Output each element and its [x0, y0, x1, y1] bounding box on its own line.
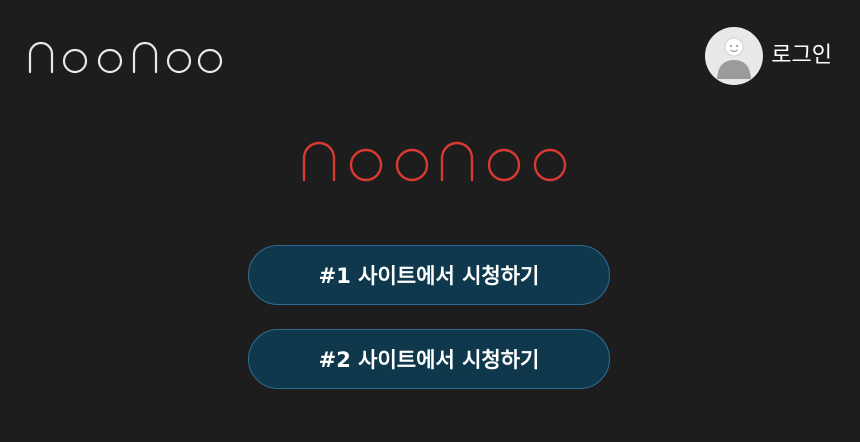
noonoo-logo[interactable]: noonoo: [28, 40, 224, 74]
watch-site-1-label: #1 사이트에서 시청하기: [318, 264, 540, 288]
logo-letter-o: [197, 48, 223, 74]
hero-letter-n: [440, 141, 474, 182]
login-button[interactable]: 로그인: [705, 27, 832, 85]
logo-letter-o: [62, 48, 88, 74]
watch-site-1-button[interactable]: #1 사이트에서 시청하기: [248, 245, 610, 305]
hero-letter-o: [395, 148, 429, 182]
watch-site-2-label: #2 사이트에서 시청하기: [318, 348, 540, 372]
logo-letter-n: [28, 41, 54, 74]
hero-letter-o: [533, 148, 567, 182]
hero-letter-n: [302, 141, 336, 182]
watch-site-2-button[interactable]: #2 사이트에서 시청하기: [248, 329, 610, 389]
person-icon: [717, 37, 752, 79]
hero-letter-o: [487, 148, 521, 182]
hero-letter-o: [349, 148, 383, 182]
user-avatar-icon: [705, 27, 764, 85]
login-label: 로그인: [771, 43, 832, 68]
logo-letter-o: [97, 48, 123, 74]
logo-letter-n: [132, 41, 158, 74]
top-header: noonoo 로그인: [0, 0, 860, 112]
noonoo-hero-logo: noonoo: [302, 141, 567, 182]
logo-letter-o: [166, 48, 192, 74]
